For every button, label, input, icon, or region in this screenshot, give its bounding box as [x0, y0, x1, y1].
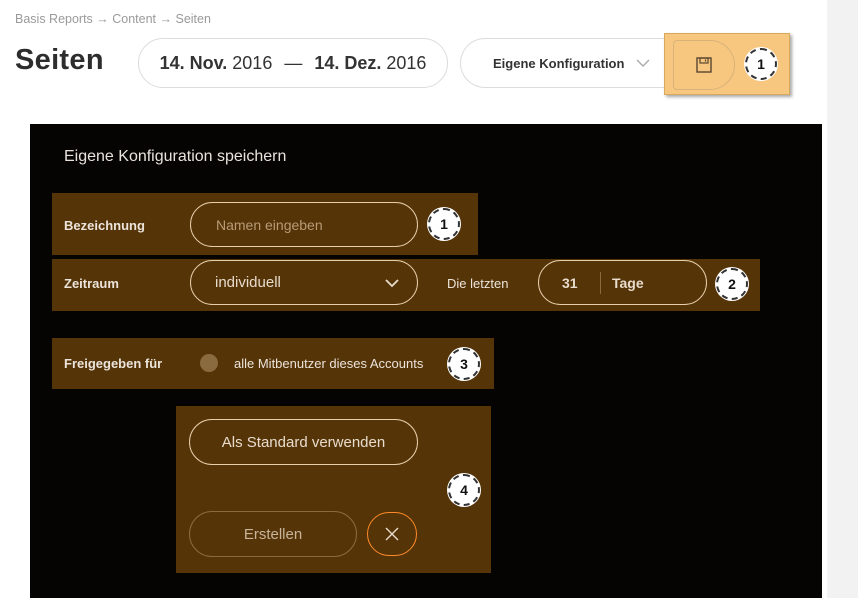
right-scroll-strip [827, 0, 858, 598]
name-field-panel: Bezeichnung Namen eingeben 1 [52, 193, 478, 255]
cancel-button[interactable] [367, 512, 417, 556]
days-count[interactable]: 31 [562, 275, 578, 291]
page-title: Seiten [15, 44, 104, 76]
step-badge-4: 4 [448, 474, 480, 506]
days-input-group[interactable]: 31 Tage [538, 260, 707, 305]
config-select-label: Eigene Konfiguration [493, 55, 625, 71]
period-label: Zeitraum [64, 276, 119, 291]
share-option-label: alle Mitbenutzer dieses Accounts [234, 356, 424, 371]
save-config-highlight: 1 [664, 33, 790, 95]
modal-title: Eigene Konfiguration speichern [64, 148, 287, 165]
close-icon [385, 527, 399, 541]
save-config-modal: Eigene Konfiguration speichern Bezeichnu… [30, 124, 822, 598]
date-range-picker[interactable]: 14. Nov. 2016 — 14. Dez. 2016 [138, 38, 448, 88]
name-input[interactable]: Namen eingeben [190, 202, 418, 247]
config-select[interactable]: Eigene Konfiguration [460, 38, 665, 88]
days-unit: Tage [612, 275, 644, 291]
step-badge-1-top: 1 [745, 48, 777, 80]
period-select-value: individuell [215, 274, 281, 291]
period-field-panel: Zeitraum individuell Die letzten 31 Tage… [52, 259, 760, 311]
share-label: Freigegeben für [64, 356, 163, 371]
date-separator: — [284, 52, 303, 73]
date-start: 14. Nov. 2016 [159, 52, 273, 73]
use-as-default-button[interactable]: Als Standard verwenden [189, 419, 418, 465]
chevron-down-icon [385, 279, 399, 288]
date-end: 14. Dez. 2016 [314, 52, 427, 73]
period-select[interactable]: individuell [190, 260, 418, 305]
chevron-down-icon [636, 59, 650, 67]
step-badge-2: 2 [716, 268, 748, 300]
days-divider [600, 272, 601, 294]
actions-panel: Als Standard verwenden 4 Erstellen [176, 406, 491, 573]
step-badge-3: 3 [448, 348, 480, 380]
name-field-label: Bezeichnung [64, 218, 145, 233]
share-toggle[interactable] [200, 354, 218, 372]
floppy-disk-icon [696, 57, 712, 73]
create-button[interactable]: Erstellen [189, 511, 357, 557]
breadcrumb[interactable]: Basis Reports → Content → Seiten [15, 12, 211, 26]
share-field-panel: Freigegeben für alle Mitbenutzer dieses … [52, 338, 494, 389]
last-days-label: Die letzten [447, 276, 509, 291]
save-config-button[interactable] [673, 40, 735, 90]
step-badge-1: 1 [428, 208, 460, 240]
